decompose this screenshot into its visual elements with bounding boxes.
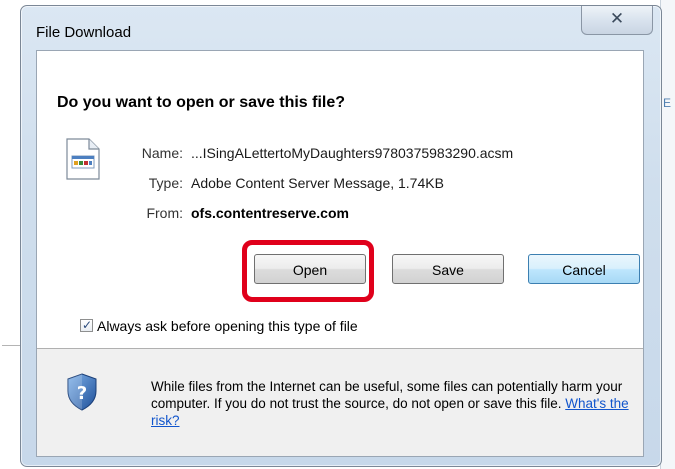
file-type-label: Type: [148, 175, 183, 191]
file-name-value: ...ISingALettertoMyDaughters978037598329… [191, 145, 514, 161]
dialog-title: File Download [36, 24, 132, 41]
dialog-content-panel: Do you want to open or save this file? N… [36, 50, 644, 457]
close-button[interactable]: ✕ [581, 6, 653, 35]
always-ask-label[interactable]: Always ask before opening this type of f… [97, 318, 358, 334]
background-window-edge: E [660, 0, 675, 469]
cancel-button[interactable]: Cancel [528, 254, 640, 284]
file-source-label: From: [146, 205, 183, 221]
file-type-value: Adobe Content Server Message, 1.74KB [191, 175, 444, 191]
close-icon: ✕ [609, 9, 625, 29]
acsm-file-icon [66, 138, 100, 180]
open-button[interactable]: Open [254, 254, 366, 284]
download-question: Do you want to open or save this file? [57, 94, 346, 111]
security-shield-icon: ? [67, 373, 97, 411]
file-name-label: Name: [141, 145, 183, 161]
always-ask-checkbox[interactable]: ✓ [80, 318, 93, 332]
background-divider [2, 345, 22, 346]
background-accent-text: E [663, 96, 672, 110]
security-warning-text: While files from the Internet can be use… [151, 379, 623, 411]
file-download-dialog: File Download ✕ Do you want to open or s… [20, 5, 662, 467]
svg-text:?: ? [77, 383, 87, 404]
security-warning: While files from the Internet can be use… [151, 378, 641, 429]
file-source-value: ofs.contentreserve.com [191, 205, 349, 221]
checkmark-icon: ✓ [82, 318, 93, 332]
save-button[interactable]: Save [392, 254, 504, 284]
